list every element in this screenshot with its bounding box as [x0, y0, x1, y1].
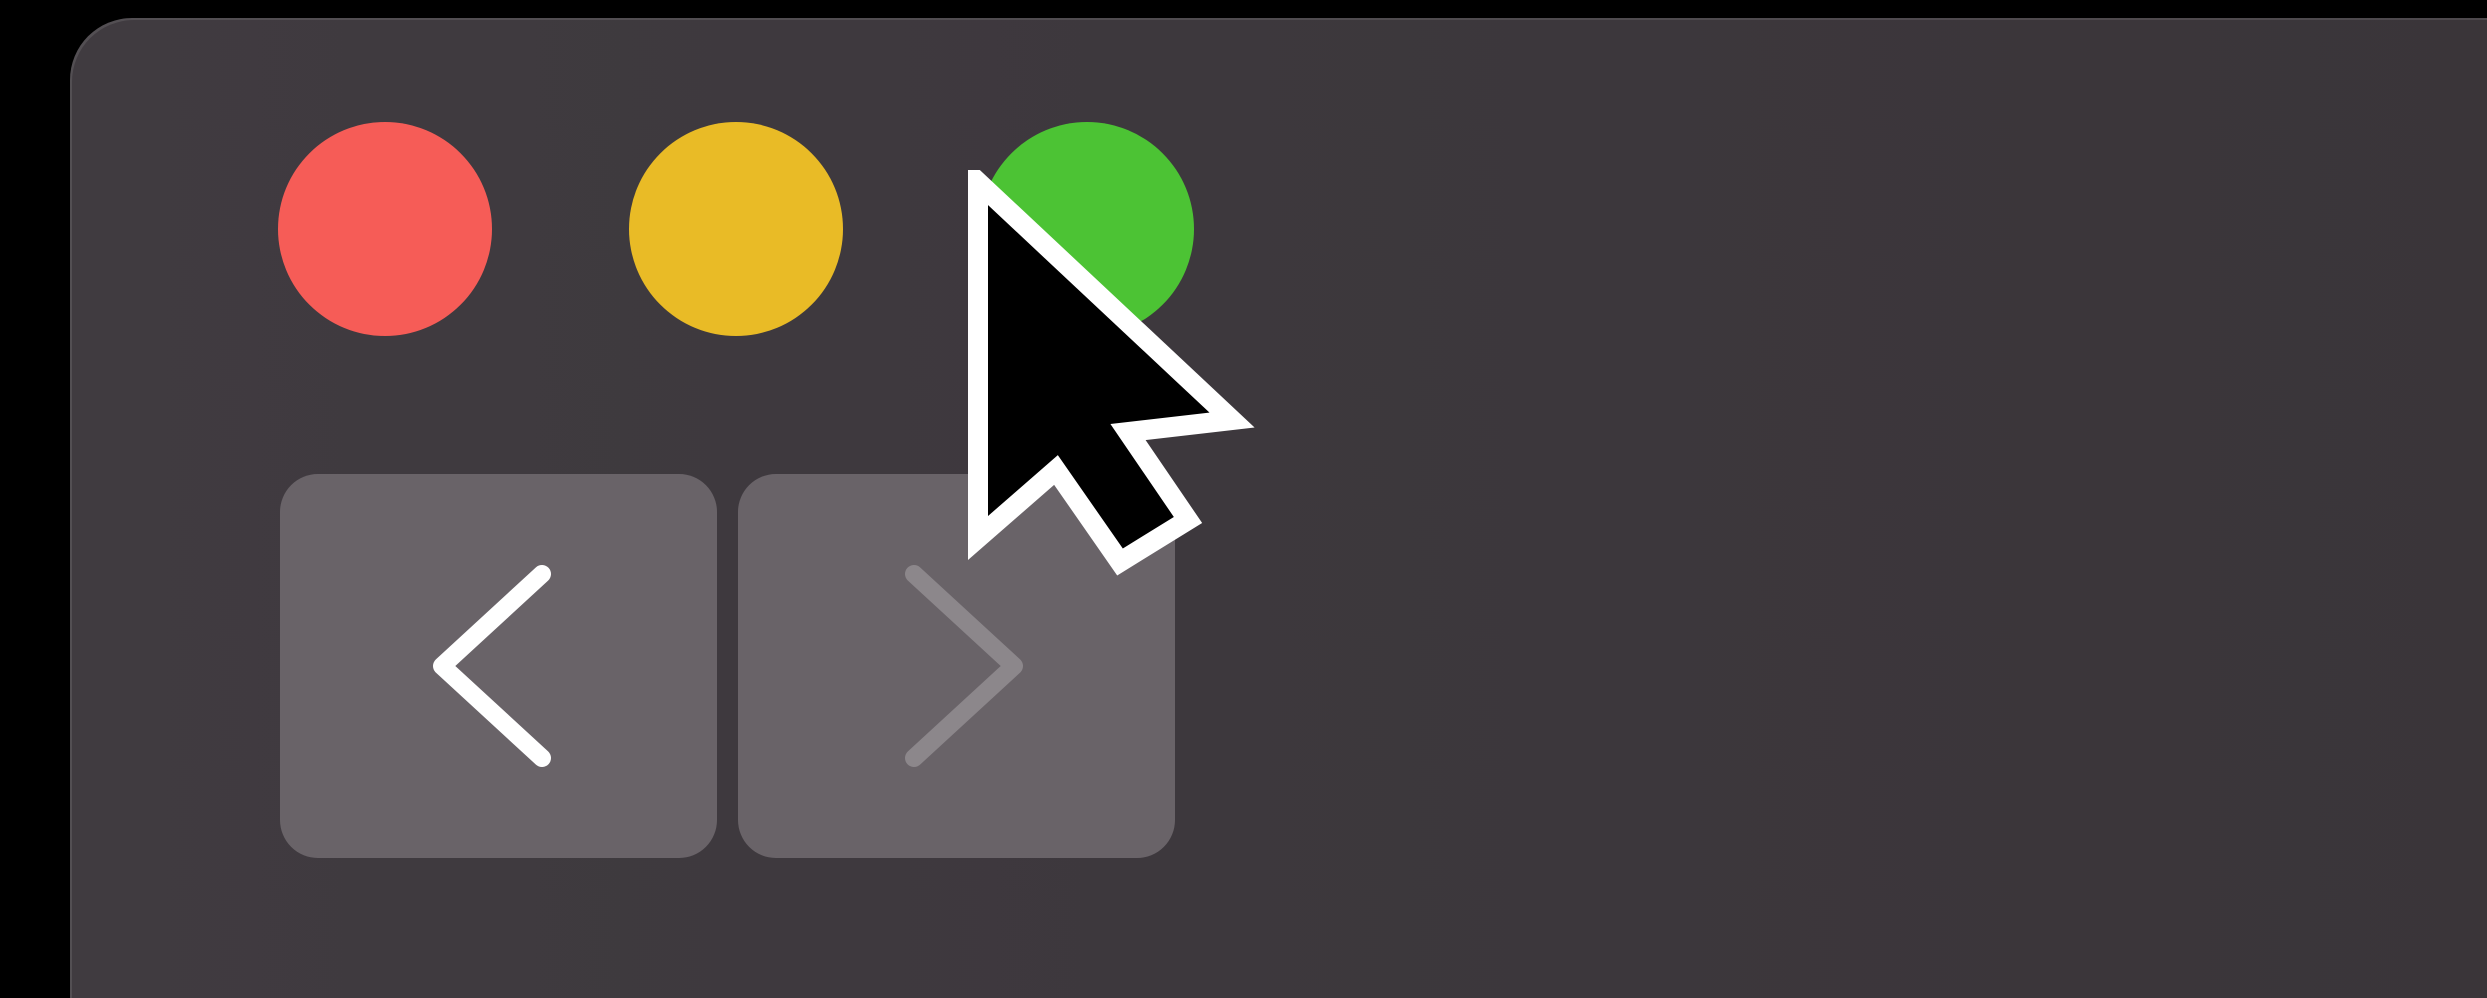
minimize-window-button[interactable] [629, 122, 843, 336]
close-window-button[interactable] [278, 122, 492, 336]
back-button[interactable] [280, 474, 717, 858]
app-window [70, 18, 2487, 998]
zoom-window-button[interactable] [980, 122, 1194, 336]
chevron-right-icon [882, 556, 1032, 776]
chevron-left-icon [424, 556, 574, 776]
forward-button[interactable] [738, 474, 1175, 858]
